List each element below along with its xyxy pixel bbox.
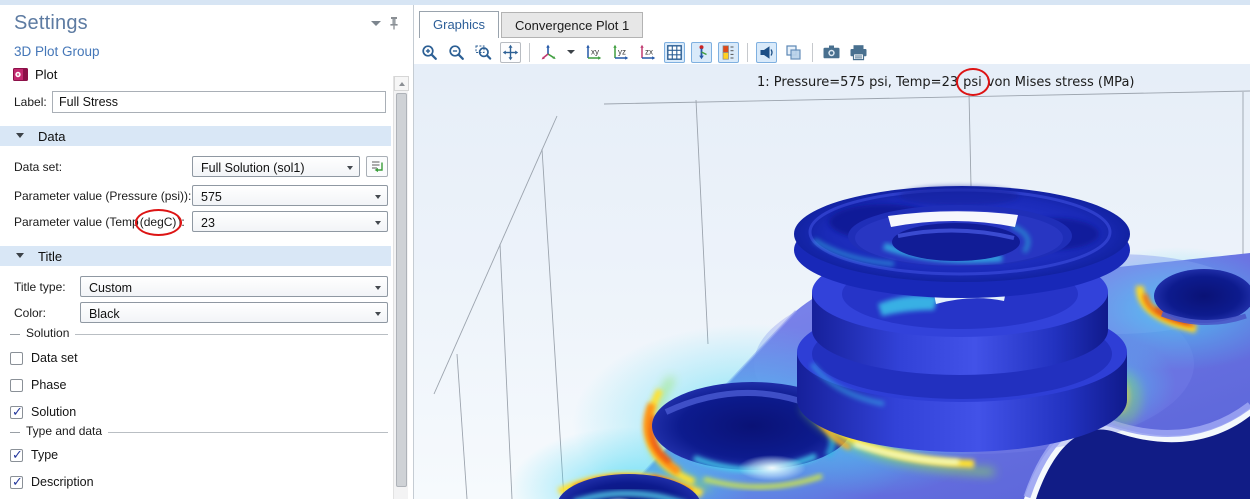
tab-convergence-plot-1[interactable]: Convergence Plot 1 — [501, 12, 643, 38]
collapse-triangle-icon — [16, 253, 24, 258]
transparency-icon — [785, 44, 802, 61]
checkbox-row-solution[interactable]: Solution — [10, 404, 76, 420]
svg-text:yz: yz — [618, 47, 626, 56]
plot-button[interactable]: Plot — [13, 66, 57, 83]
zoom-out-button[interactable] — [446, 42, 467, 63]
settings-panel: Settings 3D Plot Group Plot Label: Full … — [0, 5, 408, 499]
section-header-data[interactable]: Data — [0, 126, 391, 146]
svg-text:xy: xy — [591, 47, 599, 56]
yz-view-icon: yz — [611, 44, 630, 61]
settings-panel-title: Settings — [14, 12, 88, 35]
stress-plot-scene[interactable] — [414, 64, 1250, 499]
image-snapshot-button[interactable] — [821, 42, 842, 63]
printer-icon — [849, 44, 868, 61]
dataset-select[interactable]: Full Solution (sol1) — [192, 156, 360, 177]
plot-button-label: Plot — [35, 67, 57, 82]
plot-icon — [13, 68, 28, 81]
zoom-in-button[interactable] — [419, 42, 440, 63]
phase-checkbox[interactable] — [10, 379, 23, 392]
dropdown-caret-icon — [375, 312, 381, 316]
dropdown-caret-icon — [375, 195, 381, 199]
dataset-label: Data set: — [14, 160, 62, 174]
zoom-extents-button[interactable] — [500, 42, 521, 63]
solution-checkbox[interactable] — [10, 406, 23, 419]
transparency-button[interactable] — [783, 42, 804, 63]
scrollbar-up-arrow[interactable] — [394, 76, 409, 91]
pressure-param-label: Parameter value (Pressure (psi)): — [14, 189, 191, 203]
graphics-canvas[interactable]: 1: Pressure=575 psi, Temp=23psivon Mises… — [414, 64, 1250, 499]
dropdown-caret-icon — [347, 166, 353, 170]
settings-scrollbar[interactable] — [393, 76, 408, 499]
checkbox-row-description[interactable]: Description — [10, 474, 94, 490]
go-to-yz-view-button[interactable]: yz — [610, 42, 631, 63]
checkbox-row-data-set[interactable]: Data set — [10, 350, 78, 366]
pressure-param-select[interactable]: 575 — [192, 185, 388, 206]
type-checkbox[interactable] — [10, 449, 23, 462]
data-set-checkbox[interactable] — [10, 352, 23, 365]
chevron-down-icon[interactable] — [371, 21, 381, 26]
temp-param-select[interactable]: 23 — [192, 211, 388, 232]
go-to-xy-view-button[interactable]: xy — [583, 42, 604, 63]
print-button[interactable] — [848, 42, 869, 63]
go-to-source-button[interactable] — [366, 156, 388, 177]
scene-light-button[interactable] — [756, 42, 777, 63]
settings-node-type: 3D Plot Group — [14, 44, 100, 59]
color-legend-icon — [720, 44, 737, 61]
show-axis-orientation-button[interactable] — [691, 42, 712, 63]
label-caption: Label: — [14, 95, 47, 109]
title-type-select[interactable]: Custom — [80, 276, 388, 297]
checkbox-row-phase[interactable]: Phase — [10, 377, 66, 393]
view-dropdown-caret-icon[interactable] — [567, 50, 575, 54]
title-type-label: Title type: — [14, 280, 66, 294]
tab-graphics[interactable]: Graphics — [419, 11, 499, 38]
label-input[interactable]: Full Stress — [52, 91, 386, 113]
checkbox-row-type[interactable]: Type — [10, 447, 58, 463]
toolbar-separator — [529, 43, 530, 62]
camera-icon — [822, 44, 841, 60]
list-arrow-icon — [370, 159, 384, 174]
zoom-out-icon — [448, 44, 465, 61]
zx-view-icon: zx — [638, 44, 657, 61]
zoom-box-icon — [475, 44, 492, 61]
group-separator-solution: Solution — [10, 327, 388, 341]
axes-3d-icon — [540, 44, 558, 61]
grid-icon — [666, 44, 683, 61]
zoom-extents-icon — [502, 44, 519, 61]
title-color-label: Color: — [14, 306, 46, 320]
group-separator-type-and-data: Type and data — [10, 425, 388, 439]
section-header-title[interactable]: Title — [0, 246, 391, 266]
scrollbar-thumb[interactable] — [396, 93, 407, 487]
zoom-box-button[interactable] — [473, 42, 494, 63]
graphics-toolbar: xy yz zx — [419, 40, 869, 64]
svg-text:zx: zx — [645, 47, 653, 56]
xy-view-icon: xy — [584, 44, 603, 61]
toolbar-separator — [812, 43, 813, 62]
graphics-tab-bar: Graphics Convergence Plot 1 — [419, 11, 643, 38]
zoom-in-icon — [421, 44, 438, 61]
plot-title: 1: Pressure=575 psi, Temp=23psivon Mises… — [757, 75, 1134, 90]
axis-orientation-icon — [693, 44, 710, 61]
collapse-triangle-icon — [16, 133, 24, 138]
description-checkbox[interactable] — [10, 476, 23, 489]
show-color-legend-button[interactable] — [718, 42, 739, 63]
toolbar-separator — [747, 43, 748, 62]
show-grid-button[interactable] — [664, 42, 685, 63]
scene-light-icon — [758, 44, 775, 61]
dropdown-caret-icon — [375, 221, 381, 225]
temp-param-label: Parameter value (Temp(degC)): — [14, 215, 185, 229]
dropdown-caret-icon — [375, 286, 381, 290]
title-color-select[interactable]: Black — [80, 302, 388, 323]
go-to-zx-view-button[interactable]: zx — [637, 42, 658, 63]
default-3d-view-button[interactable] — [538, 42, 559, 63]
pin-icon[interactable] — [388, 16, 400, 30]
